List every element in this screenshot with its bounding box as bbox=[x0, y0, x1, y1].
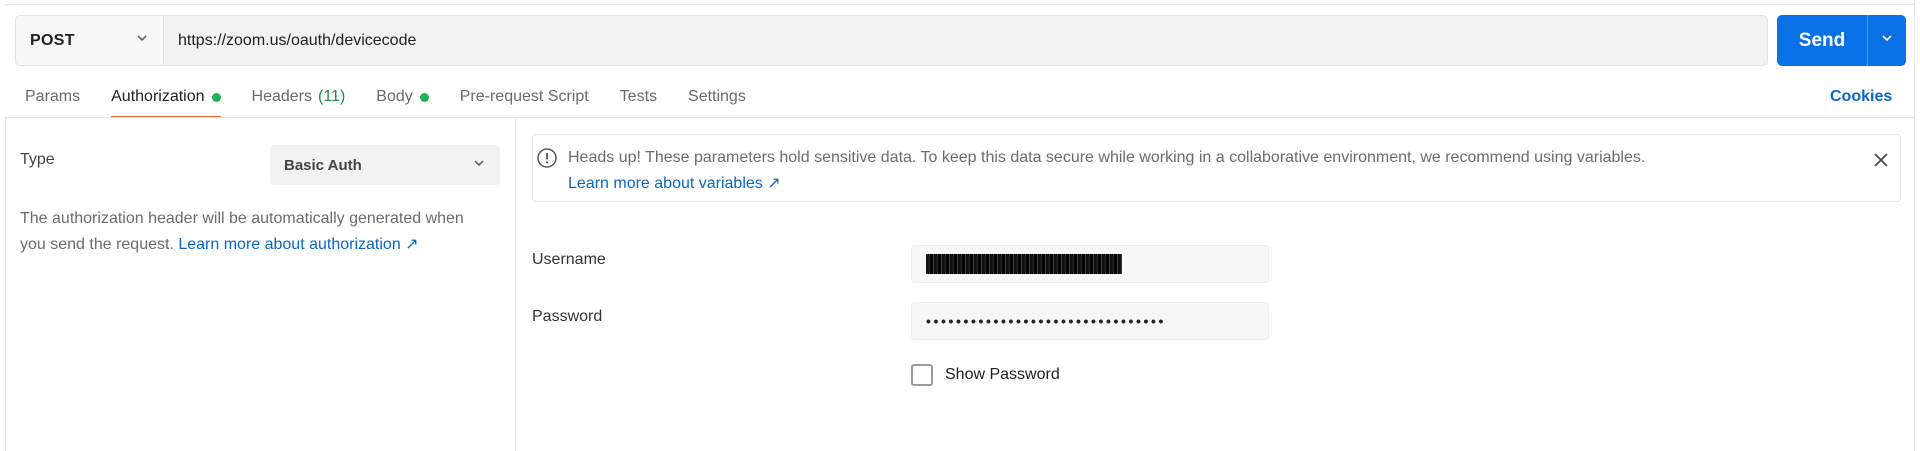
show-password-checkbox[interactable] bbox=[911, 364, 933, 386]
url-input[interactable] bbox=[164, 16, 1767, 65]
window-top-edge bbox=[5, 0, 1915, 5]
tab-label: Authorization bbox=[111, 88, 205, 105]
close-icon[interactable] bbox=[1873, 152, 1889, 173]
window-right-edge bbox=[1914, 0, 1915, 451]
username-field[interactable] bbox=[911, 245, 1269, 283]
username-label: Username bbox=[532, 251, 606, 268]
learn-more-authorization-link[interactable]: Learn more about authorization ↗ bbox=[178, 236, 418, 253]
send-button-group: Send bbox=[1777, 15, 1906, 66]
request-tabs: Params Authorization Headers (11) Body P… bbox=[25, 84, 777, 118]
info-icon bbox=[536, 147, 558, 174]
auth-description: The authorization header will be automat… bbox=[20, 206, 490, 258]
chevron-down-icon bbox=[472, 156, 486, 175]
tab-label: Body bbox=[376, 88, 413, 105]
sensitive-data-alert: Heads up! These parameters hold sensitiv… bbox=[532, 134, 1901, 202]
tab-headers[interactable]: Headers (11) bbox=[252, 84, 346, 118]
pane-divider bbox=[515, 118, 516, 451]
tab-settings[interactable]: Settings bbox=[688, 84, 746, 118]
chevron-down-icon bbox=[135, 31, 149, 50]
auth-type-select[interactable]: Basic Auth bbox=[270, 145, 500, 185]
send-options-button[interactable] bbox=[1868, 15, 1906, 66]
auth-type-label: Type bbox=[20, 151, 55, 168]
cookies-link[interactable]: Cookies bbox=[1830, 88, 1892, 106]
method-label: POST bbox=[30, 31, 75, 49]
learn-more-variables-link[interactable]: Learn more about variables ↗ bbox=[568, 173, 781, 193]
window-left-edge bbox=[5, 118, 6, 451]
redacted-username bbox=[926, 254, 1122, 274]
tab-label: Headers bbox=[251, 88, 312, 105]
show-password-label: Show Password bbox=[945, 366, 1060, 383]
password-field[interactable]: •••••••••••••••••••••••••••••••• bbox=[911, 302, 1269, 340]
tab-label: Pre-request Script bbox=[459, 88, 589, 105]
tab-body[interactable]: Body bbox=[376, 84, 429, 118]
tab-pre-request-script[interactable]: Pre-request Script bbox=[460, 84, 589, 118]
request-url-bar: POST bbox=[15, 15, 1768, 66]
tab-label: Params bbox=[25, 88, 81, 105]
tab-count-badge: (11) bbox=[318, 88, 346, 105]
tab-label: Settings bbox=[688, 88, 746, 105]
send-button[interactable]: Send bbox=[1777, 15, 1867, 66]
auth-type-value: Basic Auth bbox=[284, 156, 362, 174]
chevron-down-icon bbox=[1880, 31, 1894, 50]
tab-label: Tests bbox=[619, 88, 658, 105]
status-dot bbox=[211, 93, 221, 102]
tab-authorization[interactable]: Authorization bbox=[111, 84, 221, 118]
password-label: Password bbox=[532, 308, 603, 325]
status-dot bbox=[419, 93, 429, 102]
alert-message: Heads up! These parameters hold sensitiv… bbox=[568, 149, 1646, 166]
show-password-toggle[interactable]: Show Password bbox=[911, 364, 1060, 386]
tabs-divider bbox=[5, 117, 1915, 118]
method-select[interactable]: POST bbox=[16, 16, 164, 65]
password-masked-value: •••••••••••••••••••••••••••••••• bbox=[926, 313, 1167, 329]
tab-tests[interactable]: Tests bbox=[620, 84, 657, 118]
tab-params[interactable]: Params bbox=[25, 84, 80, 118]
